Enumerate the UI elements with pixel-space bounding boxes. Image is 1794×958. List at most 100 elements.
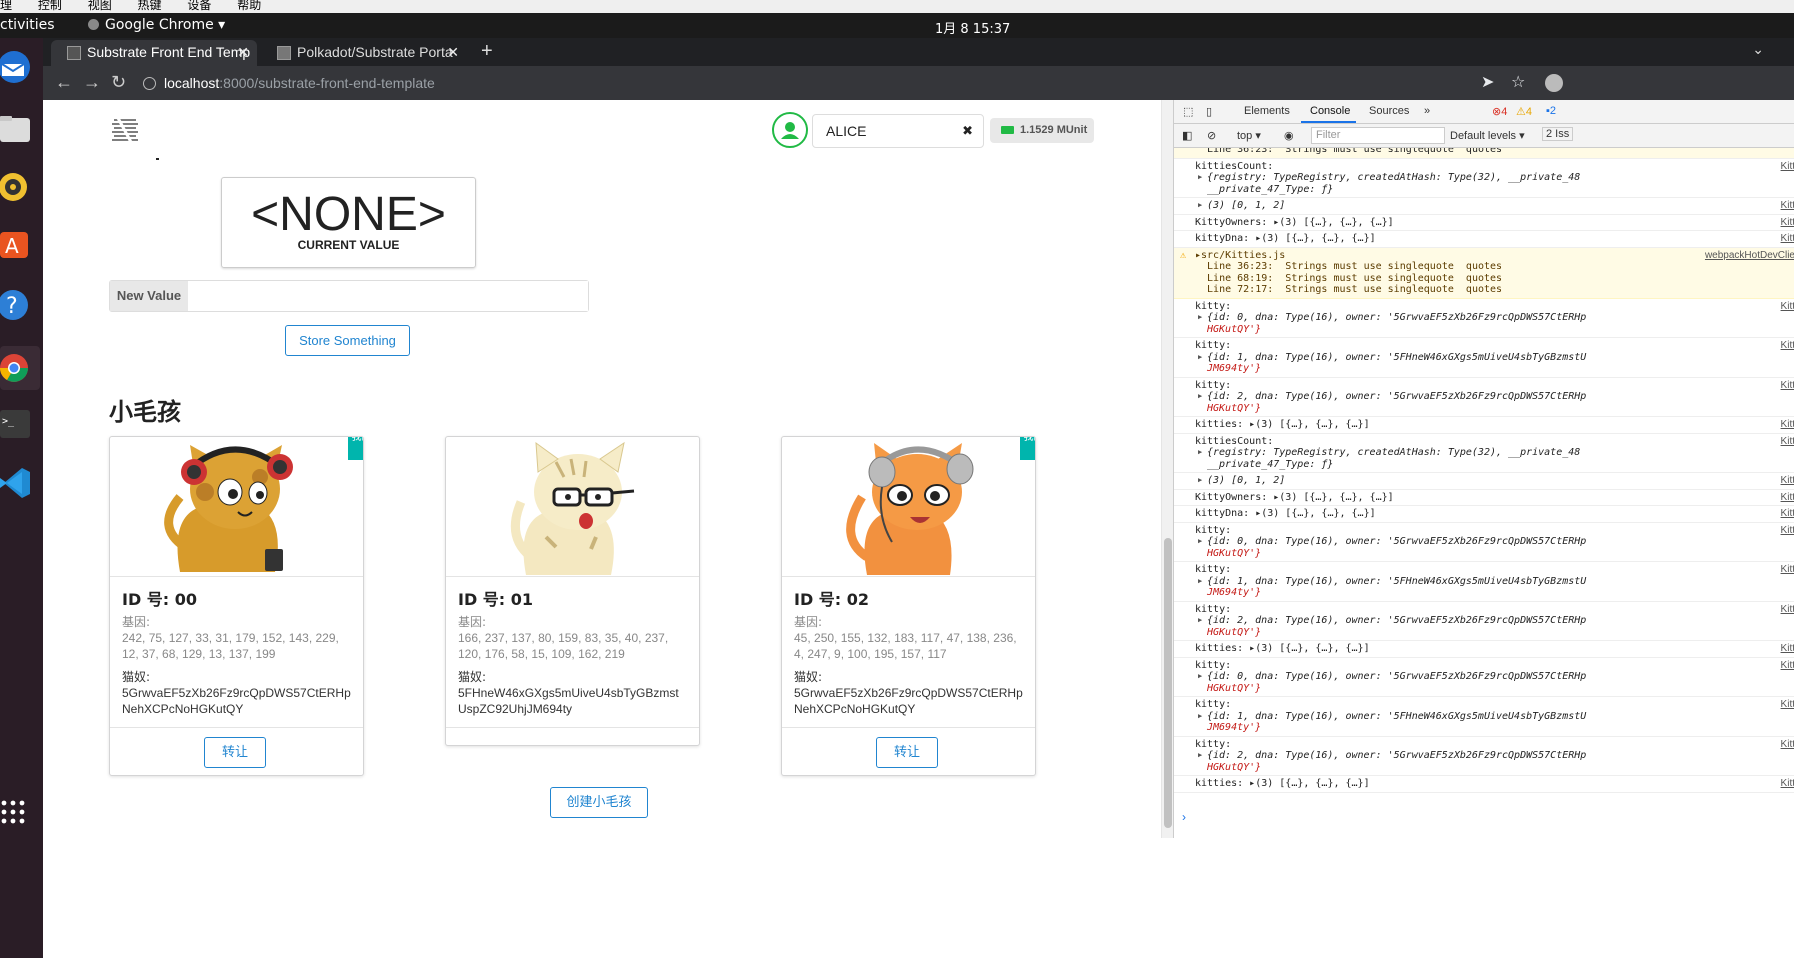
log-object[interactable]: ▶ (3) [0, 1, 2]	[1195, 200, 1765, 212]
log-source-link[interactable]: Kitt	[1781, 739, 1794, 751]
new-value-input[interactable]	[189, 281, 588, 311]
transfer-button[interactable]: 转让	[204, 737, 266, 768]
error-count-badge[interactable]: ⊗4	[1492, 105, 1507, 118]
log-source-link[interactable]: webpackHotDevClie	[1705, 250, 1794, 262]
log-source-link[interactable]: Kitt	[1781, 643, 1794, 655]
log-source-link[interactable]: Kitt	[1781, 492, 1794, 504]
log-source-link[interactable]: Kitt	[1781, 161, 1794, 173]
files-icon[interactable]	[0, 112, 34, 146]
menu-item[interactable]: 帮助	[237, 0, 261, 12]
site-info-icon[interactable]	[143, 77, 156, 90]
software-center-icon[interactable]: A	[0, 228, 34, 262]
menu-item[interactable]: 控制	[38, 0, 62, 12]
log-object[interactable]: ▶ {id: 2, dna: Type(16), owner: '5GrwvaEF…	[1195, 615, 1765, 627]
transfer-button[interactable]: 转让	[876, 737, 938, 768]
log-source-link[interactable]: Kitt	[1781, 525, 1794, 537]
issues-button[interactable]: 2 Iss	[1542, 127, 1574, 141]
chrome-dock-icon[interactable]	[0, 346, 40, 390]
log-object[interactable]: ▶ {id: 1, dna: Type(16), owner: '5FHneW46…	[1195, 576, 1765, 588]
log-object[interactable]: ▶ {id: 2, dna: Type(16), owner: '5GrwvaEF…	[1195, 391, 1765, 403]
terminal-icon[interactable]: >_	[0, 408, 34, 442]
expand-triangle-icon[interactable]: ▶	[1198, 352, 1202, 364]
tab-polkadot-portal[interactable]: Polkadot/Substrate Porta ✕	[261, 40, 467, 66]
rhythmbox-icon[interactable]	[0, 170, 34, 204]
log-object[interactable]: ▶ {id: 0, dna: Type(16), owner: '5GrwvaEF…	[1195, 536, 1765, 548]
page-scrollbar[interactable]	[1161, 100, 1173, 838]
tab-console[interactable]: Console	[1310, 105, 1350, 117]
activities-button[interactable]: ctivities	[0, 17, 55, 33]
context-selector[interactable]: top ▾	[1237, 129, 1261, 142]
show-apps-icon[interactable]	[0, 798, 34, 832]
log-levels-dropdown[interactable]: Default levels ▾	[1450, 129, 1525, 142]
back-icon[interactable]: ←	[55, 72, 73, 92]
log-source-link[interactable]: Kitt	[1781, 233, 1794, 245]
log-source-link[interactable]: Kitt	[1781, 660, 1794, 672]
log-object[interactable]: ▶ {id: 0, dna: Type(16), owner: '5GrwvaEF…	[1195, 312, 1765, 324]
thunderbird-icon[interactable]	[0, 50, 34, 84]
menu-item[interactable]: 视图	[88, 0, 112, 12]
log-source-link[interactable]: Kitt	[1781, 380, 1794, 392]
log-source-link[interactable]: Kitt	[1781, 564, 1794, 576]
clock[interactable]: 1月 8 15:37	[935, 18, 1010, 37]
account-selector[interactable]: ALICE ✖	[812, 114, 984, 148]
expand-triangle-icon[interactable]: ▶	[1198, 615, 1202, 627]
app-menu[interactable]: Google Chrome ▾	[88, 17, 225, 33]
clear-console-icon[interactable]: ⊘	[1207, 129, 1216, 142]
clear-account-icon[interactable]: ✖	[962, 115, 973, 147]
console-prompt-icon[interactable]: ›	[1182, 810, 1186, 824]
log-object[interactable]: ▶ {id: 2, dna: Type(16), owner: '5GrwvaEF…	[1195, 750, 1765, 762]
sidebar-toggle-icon[interactable]: ◧	[1182, 129, 1192, 142]
expand-triangle-icon[interactable]: ▶	[1198, 200, 1202, 212]
menu-item[interactable]: 设备	[187, 0, 211, 12]
log-source-link[interactable]: Kitt	[1781, 217, 1794, 229]
log-object[interactable]: ▶ {id: 1, dna: Type(16), owner: '5FHneW46…	[1195, 711, 1765, 723]
log-object[interactable]: ▶ {id: 1, dna: Type(16), owner: '5FHneW46…	[1195, 352, 1765, 364]
expand-triangle-icon[interactable]: ▶	[1198, 711, 1202, 723]
reload-icon[interactable]: ↻	[111, 72, 126, 92]
address-bar[interactable]: localhost:8000/substrate-front-end-templ…	[143, 71, 1463, 95]
inspect-element-icon[interactable]: ⬚	[1183, 105, 1193, 118]
expand-triangle-icon[interactable]: ▶	[1198, 671, 1202, 683]
expand-triangle-icon[interactable]: ▶	[1198, 391, 1202, 403]
menu-item[interactable]: 热键	[138, 0, 162, 12]
bookmark-star-icon[interactable]: ☆	[1511, 72, 1525, 92]
tab-elements[interactable]: Elements	[1244, 105, 1290, 117]
close-icon[interactable]: ✕	[237, 40, 249, 64]
log-object[interactable]: ▶ {id: 0, dna: Type(16), owner: '5GrwvaEF…	[1195, 671, 1765, 683]
console-filter-input[interactable]: Filter	[1311, 127, 1445, 144]
close-icon[interactable]: ✕	[447, 40, 459, 64]
help-icon[interactable]: ?	[0, 288, 34, 322]
create-kitty-button[interactable]: 创建小毛孩	[550, 787, 648, 818]
expand-triangle-icon[interactable]: ▶	[1198, 172, 1202, 184]
scrollbar-thumb[interactable]	[1164, 538, 1172, 828]
menu-item[interactable]: 理	[0, 0, 12, 12]
tab-substrate-template[interactable]: Substrate Front End Temp ✕	[51, 40, 257, 66]
account-avatar-icon[interactable]	[772, 112, 808, 148]
expand-triangle-icon[interactable]: ▶	[1198, 475, 1202, 487]
forward-icon[interactable]: →	[83, 72, 101, 92]
log-source-link[interactable]: Kitt	[1781, 200, 1794, 212]
log-source-link[interactable]: Kitt	[1781, 436, 1794, 448]
log-source-link[interactable]: Kitt	[1781, 604, 1794, 616]
vscode-icon[interactable]	[0, 466, 34, 500]
log-object[interactable]: ▶ (3) [0, 1, 2]	[1195, 475, 1765, 487]
store-something-button[interactable]: Store Something	[285, 325, 410, 356]
log-source-link[interactable]: Kitt	[1781, 778, 1794, 790]
log-source-link[interactable]: Kitt	[1781, 475, 1794, 487]
expand-triangle-icon[interactable]: ▶	[1198, 312, 1202, 324]
message-count-badge[interactable]: ▪2	[1546, 105, 1556, 117]
expand-triangle-icon[interactable]: ▶	[1198, 576, 1202, 588]
send-icon[interactable]: ➤	[1481, 72, 1494, 92]
tab-search-chevron-icon[interactable]: ⌄	[1752, 41, 1764, 58]
tab-sources[interactable]: Sources	[1369, 105, 1409, 117]
log-source-link[interactable]: Kitt	[1781, 699, 1794, 711]
warning-count-badge[interactable]: ⚠4	[1516, 105, 1532, 118]
live-expression-eye-icon[interactable]: ◉	[1284, 129, 1294, 142]
log-source-link[interactable]: Kitt	[1781, 301, 1794, 313]
log-object[interactable]: ▶ {registry: TypeRegistry, createdAtHash:…	[1195, 172, 1765, 184]
expand-triangle-icon[interactable]: ▶	[1198, 750, 1202, 762]
expand-triangle-icon[interactable]: ▶	[1198, 536, 1202, 548]
expand-triangle-icon[interactable]: ▶	[1198, 447, 1202, 459]
new-tab-icon[interactable]: +	[481, 40, 493, 62]
device-toolbar-icon[interactable]: ▯	[1206, 105, 1212, 118]
